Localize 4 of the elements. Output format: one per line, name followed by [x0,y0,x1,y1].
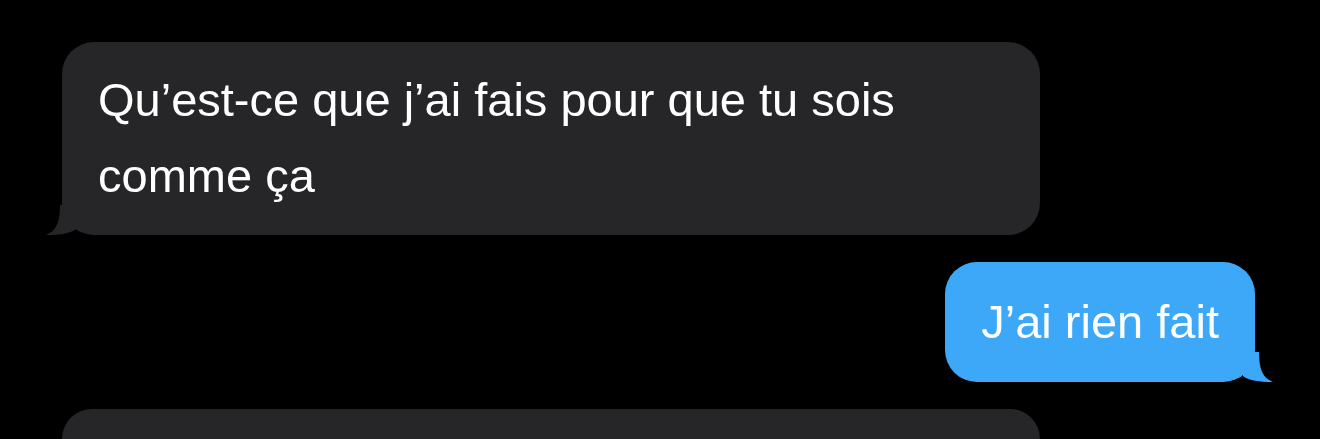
bubble-tail [46,205,76,235]
bubble-tail [1243,352,1273,382]
received-message: Qu’est-ce que j’ai fais pour que tu sois comme ça [62,42,1040,235]
sent-message: J’ai rien fait [945,262,1255,382]
